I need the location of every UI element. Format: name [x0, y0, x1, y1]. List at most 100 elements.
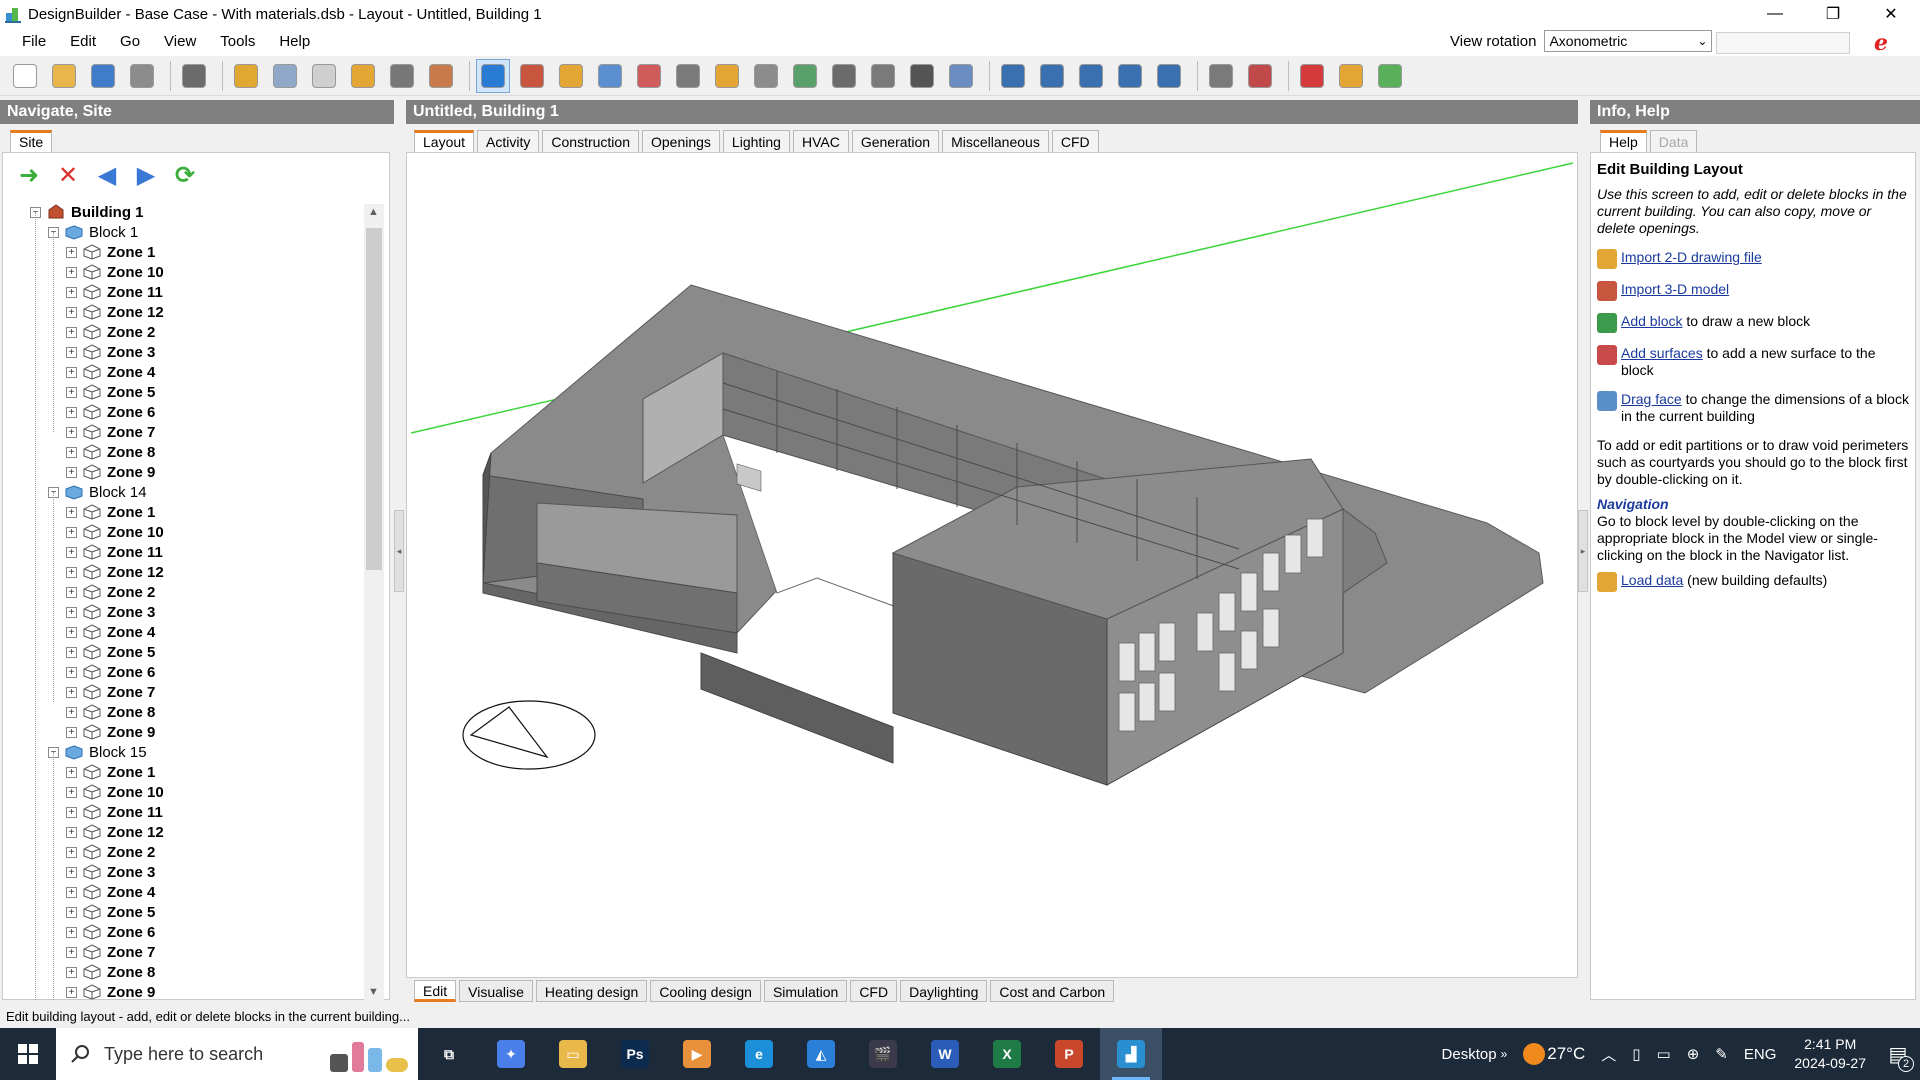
weather-icon[interactable]: [1523, 1043, 1546, 1065]
expand-toggle-icon[interactable]: +: [66, 426, 77, 438]
toolbar-button-save[interactable]: [86, 59, 120, 93]
expand-toggle-icon[interactable]: +: [66, 446, 77, 458]
taskbar-app-powerpoint[interactable]: P: [1038, 1028, 1100, 1080]
tree-node-zone[interactable]: + Zone 7: [66, 682, 155, 702]
toolbar-button-move-block[interactable]: [788, 59, 822, 93]
expand-toggle-icon[interactable]: +: [66, 546, 77, 558]
back-button[interactable]: ◀: [90, 158, 124, 192]
touchpad-icon[interactable]: ▯: [1632, 1045, 1640, 1063]
expand-toggle-icon[interactable]: +: [66, 346, 77, 358]
toolbar-button-pencil[interactable]: [905, 59, 939, 93]
load-data-link[interactable]: Load data: [1621, 572, 1683, 588]
tab-miscellaneous[interactable]: Miscellaneous: [942, 130, 1049, 152]
tab-cooling-design[interactable]: Cooling design: [650, 980, 761, 1002]
expand-toggle-icon[interactable]: +: [66, 286, 77, 298]
tree-node-zone[interactable]: + Zone 10: [66, 522, 164, 542]
view-option-field[interactable]: [1716, 32, 1850, 54]
toolbar-button-rotate[interactable]: [749, 59, 783, 93]
toolbar-button-zoom-window[interactable]: [1074, 59, 1108, 93]
toolbar-button-report[interactable]: [1204, 59, 1238, 93]
tree-node-zone[interactable]: + Zone 5: [66, 382, 155, 402]
tree-node-zone[interactable]: + Zone 8: [66, 962, 155, 982]
tab-visualise[interactable]: Visualise: [459, 980, 533, 1002]
restore-button[interactable]: ❐: [1804, 0, 1862, 28]
help-link[interactable]: Import 3-D model: [1621, 281, 1729, 297]
scroll-up-icon[interactable]: ▲: [368, 206, 379, 218]
expand-toggle-icon[interactable]: +: [66, 886, 77, 898]
tree-node-zone[interactable]: + Zone 12: [66, 562, 164, 582]
tab-cfd[interactable]: CFD: [850, 980, 898, 1002]
tree-node-zone[interactable]: + Zone 5: [66, 902, 155, 922]
toolbar-button-wrench[interactable]: [229, 59, 263, 93]
close-button[interactable]: ✕: [1862, 0, 1920, 28]
expand-toggle-icon[interactable]: +: [66, 866, 77, 878]
expand-toggle-icon[interactable]: +: [66, 586, 77, 598]
expand-toggle-icon[interactable]: +: [66, 366, 77, 378]
toolbar-button-add-block[interactable]: [593, 59, 627, 93]
view-rotation-select[interactable]: Axonometric ⌄: [1544, 30, 1713, 52]
network-icon[interactable]: ⊕: [1687, 1045, 1700, 1063]
expand-toggle-icon[interactable]: +: [66, 506, 77, 518]
tree-node-zone[interactable]: + Zone 1: [66, 242, 155, 262]
expand-toggle-icon[interactable]: +: [66, 986, 77, 998]
expand-toggle-icon[interactable]: +: [66, 646, 77, 658]
pen-icon[interactable]: ✎: [1715, 1045, 1728, 1063]
building-3d-model[interactable]: [407, 153, 1578, 978]
tree-node-zone[interactable]: + Zone 1: [66, 762, 155, 782]
toolbar-button-paint[interactable]: [827, 59, 861, 93]
toolbar-button-drawing-guide[interactable]: [944, 59, 978, 93]
tree-node-building[interactable]: − Building 1: [30, 202, 144, 222]
tree-node-zone[interactable]: + Zone 10: [66, 262, 164, 282]
toolbar-button-zoom-in[interactable]: [1035, 59, 1069, 93]
tree-node-zone[interactable]: + Zone 4: [66, 622, 155, 642]
refresh-button[interactable]: ⟳: [168, 158, 202, 192]
expand-toggle-icon[interactable]: +: [66, 466, 77, 478]
expand-toggle-icon[interactable]: +: [66, 626, 77, 638]
toolbar-button-edit[interactable]: [177, 59, 211, 93]
menu-edit[interactable]: Edit: [58, 28, 108, 56]
tree-node-zone[interactable]: + Zone 6: [66, 402, 155, 422]
notification-button[interactable]: ▤ 2: [1876, 1028, 1920, 1080]
tree-node-zone[interactable]: + Zone 3: [66, 862, 155, 882]
expand-toggle-icon[interactable]: +: [66, 406, 77, 418]
tab-construction[interactable]: Construction: [542, 130, 639, 152]
toolbar-button-lca[interactable]: [1373, 59, 1407, 93]
toolbar-button-zoom-extents[interactable]: [1152, 59, 1186, 93]
tree-node-zone[interactable]: + Zone 3: [66, 602, 155, 622]
toolbar-button-eraser[interactable]: [307, 59, 341, 93]
expand-toggle-icon[interactable]: +: [66, 806, 77, 818]
tab-cost-and-carbon[interactable]: Cost and Carbon: [990, 980, 1115, 1002]
taskbar-app-media-player[interactable]: ▶: [666, 1028, 728, 1080]
tree-node-zone[interactable]: + Zone 9: [66, 982, 155, 1000]
help-link[interactable]: Import 2-D drawing file: [1621, 249, 1762, 265]
expand-toggle-icon[interactable]: +: [66, 966, 77, 978]
minimize-button[interactable]: —: [1746, 0, 1804, 28]
toolbar-button-import-2d[interactable]: [554, 59, 588, 93]
expand-toggle-icon[interactable]: +: [66, 946, 77, 958]
toolbar-button-import[interactable]: [346, 59, 380, 93]
tab-site[interactable]: Site: [10, 130, 53, 152]
tree-node-zone[interactable]: + Zone 7: [66, 422, 155, 442]
toolbar-button-new-file[interactable]: [8, 59, 42, 93]
menu-go[interactable]: Go: [108, 28, 152, 56]
taskbar-app-clipchamp[interactable]: 🎬: [852, 1028, 914, 1080]
tab-help[interactable]: Help: [1600, 130, 1647, 152]
tree-node-zone[interactable]: + Zone 1: [66, 502, 155, 522]
toolbar-button-settings[interactable]: [1334, 59, 1368, 93]
tree-node-zone[interactable]: + Zone 9: [66, 462, 155, 482]
toolbar-button-open-folder[interactable]: [47, 59, 81, 93]
expand-toggle-icon[interactable]: +: [66, 686, 77, 698]
tab-heating-design[interactable]: Heating design: [535, 980, 648, 1002]
go-button[interactable]: ➜: [12, 158, 46, 192]
expand-toggle-icon[interactable]: +: [66, 326, 77, 338]
taskbar-app-photoshop[interactable]: Ps: [604, 1028, 666, 1080]
tab-simulation[interactable]: Simulation: [763, 980, 848, 1002]
navigator-scrollbar[interactable]: ▲ ▼: [364, 204, 384, 1000]
expand-toggle-icon[interactable]: +: [66, 566, 77, 578]
tree-node-block[interactable]: − Block 1: [48, 222, 138, 242]
taskbar-app-file-explorer[interactable]: ▭: [542, 1028, 604, 1080]
model-viewport[interactable]: [406, 152, 1578, 978]
delete-button[interactable]: ✕: [51, 158, 85, 192]
expand-toggle-icon[interactable]: +: [66, 266, 77, 278]
tree-node-zone[interactable]: + Zone 2: [66, 322, 155, 342]
